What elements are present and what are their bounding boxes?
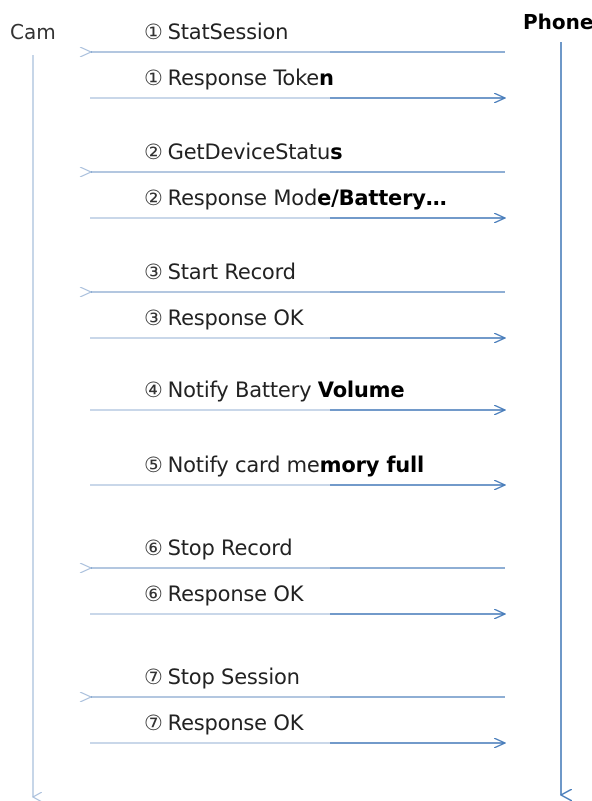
message-step-number: ② [144, 140, 163, 164]
message-label: ⑦ Response OK [144, 711, 303, 735]
message-label: ③ Start Record [144, 260, 296, 284]
message-step-number: ④ [144, 378, 163, 402]
message-step-number: ⑥ [144, 582, 163, 606]
message-text: Notify Battery [167, 378, 318, 402]
message-label: ④ Notify Battery Volume [144, 378, 405, 402]
message-label: ⑤ Notify card memory full [144, 453, 424, 477]
message-text-bold-tail: Volume [317, 378, 405, 402]
message-label: ⑥ Stop Record [144, 536, 293, 560]
message-step-number: ③ [144, 260, 163, 284]
message-text: Notify card me [167, 453, 320, 477]
message-text: Response OK [167, 582, 304, 606]
message-label: ① Response Token [144, 66, 334, 90]
message-label: ② GetDeviceStatus [144, 140, 343, 164]
message-text-bold-tail: s [330, 140, 343, 164]
message-text: Response Mod [167, 186, 318, 210]
message-step-number: ⑦ [144, 711, 163, 735]
message-step-number: ③ [144, 306, 163, 330]
message-text: StatSession [167, 20, 289, 44]
message-text-bold-tail: n [319, 66, 334, 90]
message-step-number: ① [144, 20, 163, 44]
message-label: ⑥ Response OK [144, 582, 303, 606]
message-label: ② Response Mode/Battery… [144, 186, 447, 210]
message-text: Response OK [167, 306, 304, 330]
message-label: ③ Response OK [144, 306, 303, 330]
message-text: Stop Session [167, 665, 300, 689]
message-text: GetDeviceStatu [167, 140, 331, 164]
message-text: Response Toke [167, 66, 320, 90]
cam-actor-label: Cam [10, 20, 56, 44]
message-text: Start Record [167, 260, 296, 284]
message-text-bold-tail: e/Battery… [317, 186, 447, 210]
message-step-number: ② [144, 186, 163, 210]
message-step-number: ⑦ [144, 665, 163, 689]
message-label: ⑦ Stop Session [144, 665, 300, 689]
message-label: ① StatSession [144, 20, 288, 44]
message-step-number: ① [144, 66, 163, 90]
message-step-number: ⑤ [144, 453, 163, 477]
message-step-number: ⑥ [144, 536, 163, 560]
message-text: Stop Record [167, 536, 293, 560]
message-text: Response OK [167, 711, 304, 735]
phone-actor-label: Phone [523, 10, 592, 34]
message-text-bold-tail: mory full [319, 453, 425, 477]
sequence-diagram: Cam Phone ① StatSession ① Response Token ② Ge… [0, 0, 592, 801]
